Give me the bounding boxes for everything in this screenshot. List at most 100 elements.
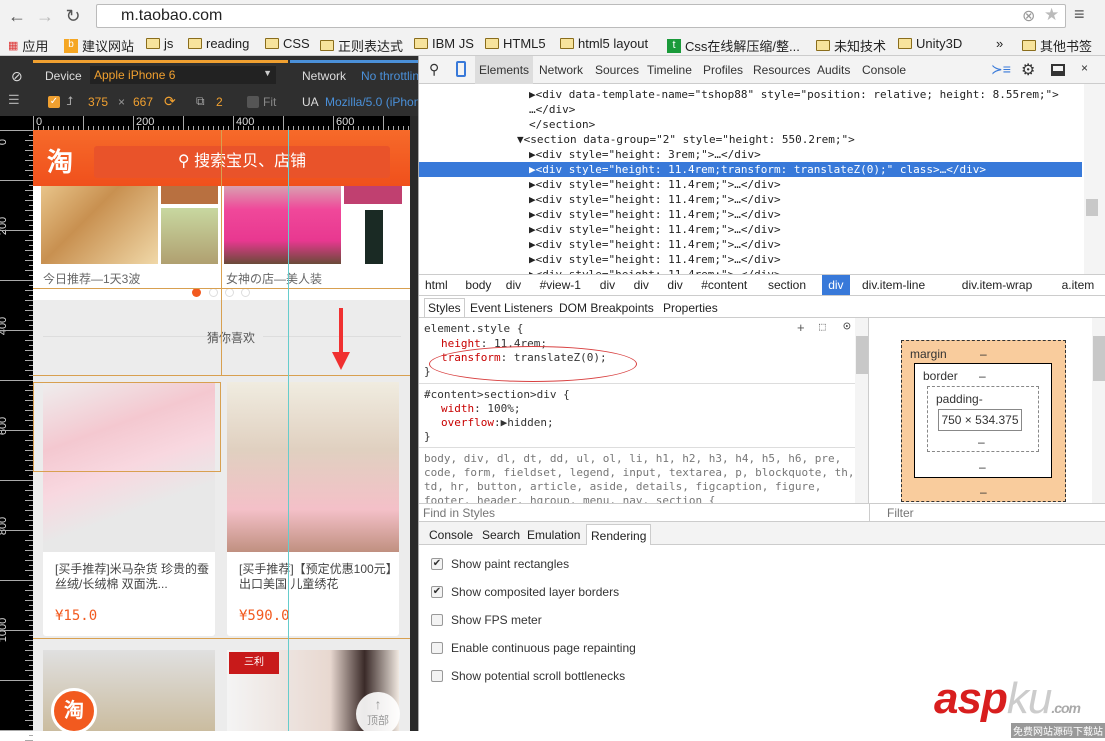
tab-dom-breakpoints[interactable]: DOM Breakpoints [559, 301, 654, 315]
checkbox[interactable] [431, 642, 443, 654]
blocked-icon[interactable]: ⊗ [1022, 6, 1035, 26]
dom-node[interactable]: ▼<section data-group="2" style="height: … [517, 132, 855, 147]
breadcrumb-item[interactable]: div [822, 275, 850, 295]
bookmark[interactable]: html5 layout [560, 36, 648, 51]
back-to-top-button[interactable]: ↑ 顶部 [356, 692, 400, 731]
taobao-logo[interactable]: 淘 [47, 142, 73, 179]
device-select[interactable]: Apple iPhone 6 ▼ [90, 66, 276, 84]
settings-lines-icon[interactable]: ☰ [8, 92, 20, 108]
bookmark[interactable]: IBM JS [414, 36, 474, 51]
network-select[interactable]: No throttling [361, 69, 418, 83]
carousel-dot[interactable] [209, 288, 218, 297]
bookmark[interactable]: t Css在线解压缩/整... [667, 36, 800, 55]
dom-node[interactable]: ▶<div style="height: 11.4rem;">…</div> [529, 207, 781, 222]
tab-network[interactable]: Network [539, 63, 583, 77]
dom-node[interactable]: ▶<div style="height: 11.4rem;">…</div> [529, 237, 781, 252]
bookmark[interactable]: reading [188, 36, 249, 51]
address-bar[interactable]: m.taobao.com [96, 4, 1066, 28]
tab-audits[interactable]: Audits [817, 63, 850, 77]
find-in-styles-input[interactable] [423, 505, 863, 521]
search-input[interactable]: ⚲ 搜索宝贝、店铺 [94, 146, 390, 178]
box-padding[interactable]: padding- – 750 × 534.375 [927, 386, 1039, 452]
product-card[interactable]: [买手推荐]【预定优惠100元】出口美国 儿童绣花 ¥590.0 [227, 382, 399, 636]
fit-checkbox[interactable] [247, 96, 259, 108]
drawer-tab-emulation[interactable]: Emulation [527, 528, 580, 542]
tab-event-listeners[interactable]: Event Listeners [470, 301, 553, 315]
box-filter-input[interactable] [887, 505, 1087, 521]
taobao-float-button[interactable]: 淘 [51, 688, 97, 731]
checkbox[interactable] [431, 670, 443, 682]
breadcrumb-item[interactable]: section [768, 278, 806, 292]
drawer-tab-console[interactable]: Console [429, 528, 473, 542]
rendering-option[interactable]: ✔ Show paint rectangles [431, 557, 569, 571]
breadcrumb-item[interactable]: div [667, 278, 682, 292]
rotate-icon[interactable]: ⟳ [164, 93, 176, 110]
dom-node[interactable]: ▶<div style="height: 11.4rem;">…</div> [529, 252, 781, 267]
menu-icon[interactable]: ≡ [1074, 4, 1085, 25]
breadcrumb-item[interactable]: html [425, 278, 448, 292]
close-icon[interactable]: × [1081, 61, 1088, 75]
tab-resources[interactable]: Resources [753, 63, 810, 77]
breadcrumb-item[interactable]: div [634, 278, 649, 292]
scrollbar[interactable] [1092, 318, 1105, 503]
dom-node[interactable]: </section> [529, 117, 595, 132]
tab-sources[interactable]: Sources [595, 63, 639, 77]
box-margin[interactable]: margin – – border – – padding- – 750 × 5… [901, 340, 1066, 502]
checkbox[interactable] [431, 614, 443, 626]
dom-node[interactable]: ▶<div style="height: 11.4rem;">…</div> [529, 267, 781, 274]
resolution-checkbox[interactable]: ✓ [48, 96, 60, 108]
swap-dimensions-icon[interactable]: ⮥ [66, 94, 73, 109]
checkbox[interactable]: ✔ [431, 586, 443, 598]
rendering-option[interactable]: ✔ Show composited layer borders [431, 585, 619, 599]
reload-icon[interactable]: ↻ [62, 4, 84, 28]
dom-node[interactable]: ▶<div style="height: 11.4rem;">…</div> [529, 192, 781, 207]
bookmark-apps[interactable]: ▦ 应用 [8, 36, 48, 55]
breadcrumb-item[interactable]: a.item [1062, 278, 1095, 292]
banner-image[interactable] [224, 186, 341, 264]
banner-image[interactable] [41, 186, 158, 264]
breadcrumb-item[interactable]: div [506, 278, 521, 292]
bookmark[interactable]: HTML5 [485, 36, 546, 51]
add-rule-icon[interactable]: + [797, 320, 805, 335]
disable-emulation-icon[interactable]: ⊘ [11, 68, 23, 85]
carousel-dot[interactable] [225, 288, 234, 297]
scrollbar[interactable] [1084, 84, 1105, 274]
tab-styles[interactable]: Styles [424, 298, 465, 317]
checkbox[interactable]: ✔ [431, 558, 443, 570]
bookmarks-overflow[interactable]: » [996, 36, 1003, 51]
dom-node[interactable]: ▶<div style="height: 11.4rem;">…</div> [529, 177, 781, 192]
dom-node[interactable]: ▶<div style="height: 11.4rem;transform: … [419, 162, 1082, 177]
breadcrumb-item[interactable]: div.item-wrap [962, 278, 1032, 292]
scrollbar[interactable] [855, 318, 868, 503]
drawer-tab-search[interactable]: Search [482, 528, 520, 542]
bookmark[interactable]: CSS [265, 36, 310, 51]
back-icon[interactable]: ← [6, 4, 28, 28]
bookmark[interactable]: 正则表达式 [320, 36, 403, 55]
bookmark[interactable]: 未知技术 [816, 36, 886, 55]
bookmark[interactable]: b 建议网站 [64, 36, 134, 55]
tab-console[interactable]: Console [862, 63, 906, 77]
breadcrumb-item[interactable]: #view-1 [540, 278, 581, 292]
dom-node[interactable]: ▶<div data-template-name="tshop88" style… [529, 87, 1059, 102]
animation-icon[interactable]: ⊙ [843, 319, 851, 334]
carousel-dot-active[interactable] [192, 288, 201, 297]
carousel-dot[interactable] [241, 288, 250, 297]
bookmark[interactable]: js [146, 36, 173, 51]
breadcrumb-item[interactable]: div.item-line [862, 278, 925, 292]
breadcrumb-item[interactable]: body [465, 278, 491, 292]
forward-icon[interactable]: → [34, 4, 56, 28]
breadcrumb-item[interactable]: div [600, 278, 615, 292]
tab-properties[interactable]: Properties [663, 301, 718, 315]
bookmark[interactable]: Unity3D [898, 36, 962, 51]
rendering-option[interactable]: Show FPS meter [431, 613, 542, 627]
dock-icon[interactable] [1051, 64, 1065, 76]
rendering-option[interactable]: Enable continuous page repainting [431, 641, 636, 655]
box-border[interactable]: border – – padding- – 750 × 534.375 [914, 363, 1052, 478]
tab-elements[interactable]: Elements [475, 56, 534, 84]
bookmark[interactable]: 其他书签 [1022, 36, 1092, 55]
ua-input[interactable]: Mozilla/5.0 (iPhone [325, 95, 418, 109]
rendering-option[interactable]: Show potential scroll bottlenecks [431, 669, 625, 683]
tab-timeline[interactable]: Timeline [647, 63, 692, 77]
box-content[interactable]: 750 × 534.375 [938, 409, 1022, 431]
breadcrumb-item[interactable]: #content [701, 278, 747, 292]
